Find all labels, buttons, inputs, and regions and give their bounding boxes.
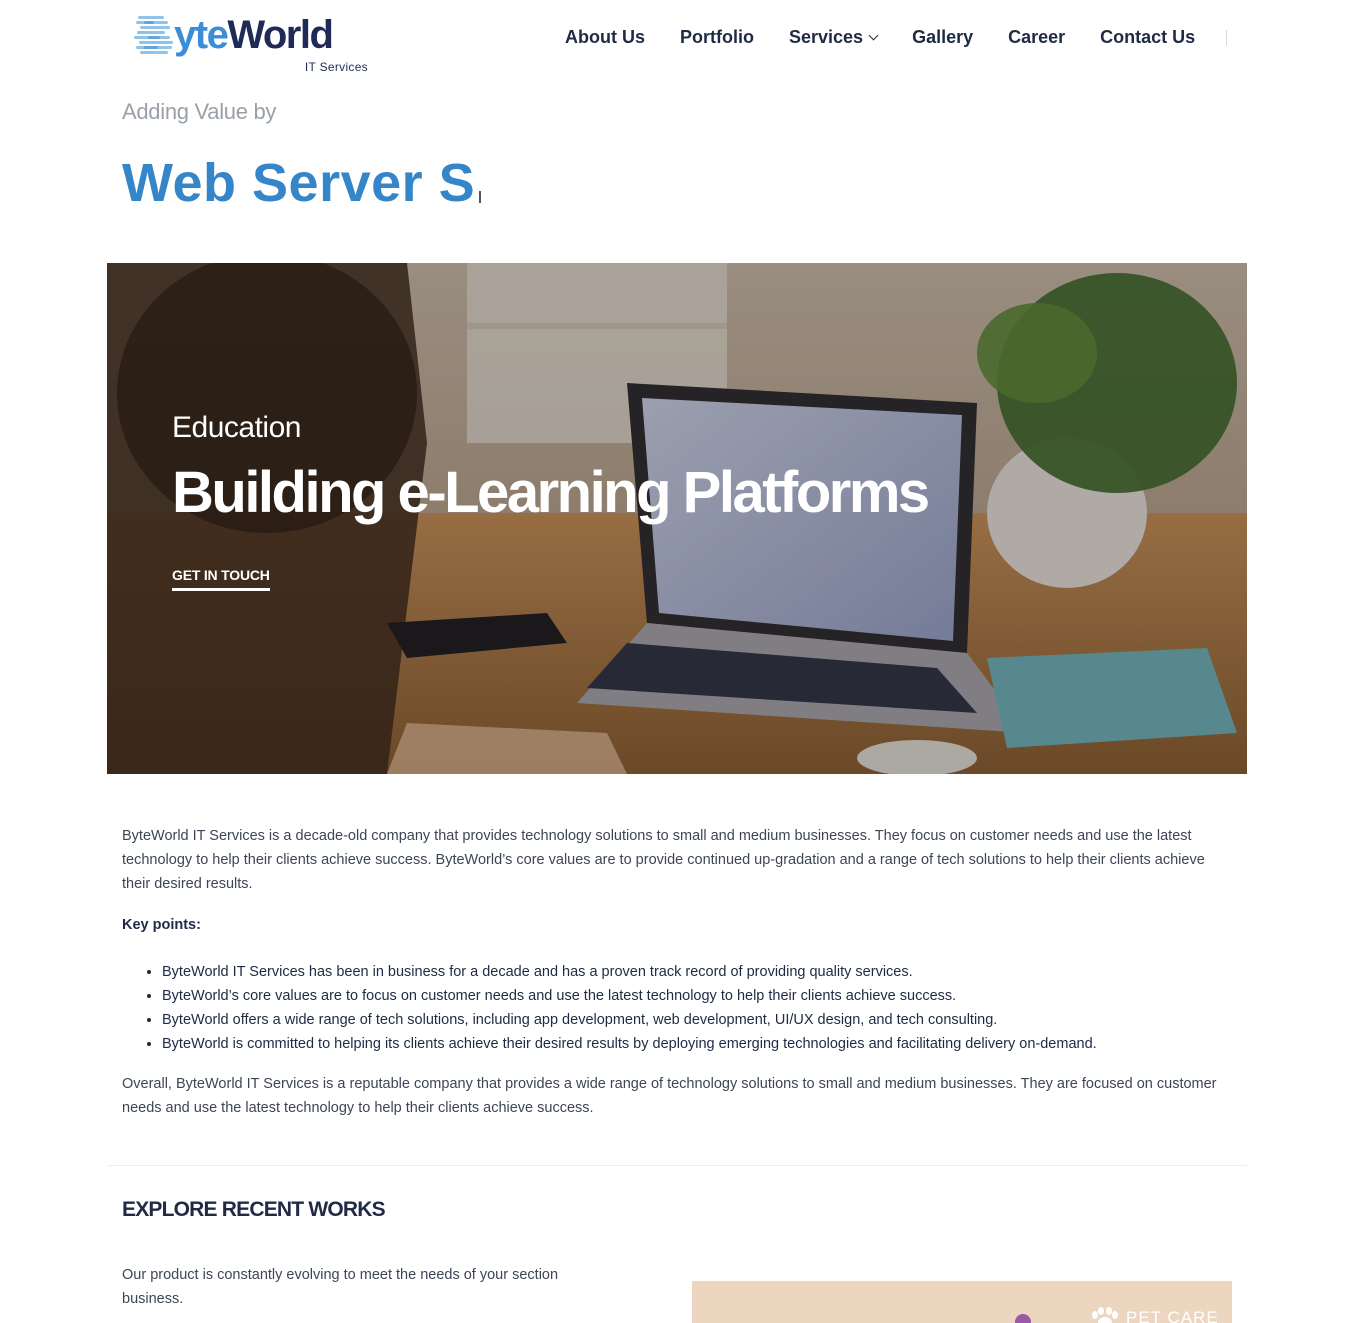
logo-suffix: World: [227, 13, 334, 57]
site-header: yteWorld IT Services About Us Portfolio …: [0, 0, 1358, 80]
key-points-heading: Key points:: [122, 917, 201, 933]
nav-label: Services: [789, 26, 864, 47]
nav-label: Portfolio: [680, 26, 754, 47]
typed-text: Web Server S: [122, 153, 476, 213]
explore-description: Our product is constantly evolving to me…: [122, 1267, 559, 1307]
list-item: ByteWorld IT Services has been in busine…: [162, 960, 1252, 984]
logo-wordmark: yteWorld: [174, 8, 334, 62]
work-card-label: PET CARE: [1090, 1307, 1219, 1323]
explore-section-title: EXPLORE RECENT WORKS: [122, 1198, 386, 1221]
intro-paragraph: ByteWorld IT Services is a decade-old co…: [122, 828, 1205, 892]
hero-typed-title: Web Server S: [122, 152, 481, 214]
nav-label: About Us: [565, 26, 645, 47]
byteworld-logo[interactable]: yteWorld IT Services: [134, 8, 374, 74]
striped-b-logo-icon: [134, 16, 173, 54]
chevron-down-icon: [868, 30, 879, 40]
section-divider: [107, 1165, 1247, 1166]
typing-caret: [479, 191, 481, 203]
logo-prefix: yte: [174, 13, 229, 57]
banner-category: Education: [172, 411, 301, 444]
nav-label: Gallery: [912, 26, 974, 47]
banner-title: Building e-Learning Platforms: [172, 460, 930, 525]
nav-divider: [1226, 30, 1227, 46]
summary-paragraph: Overall, ByteWorld IT Services is a repu…: [122, 1076, 1217, 1116]
key-points-list: ByteWorld IT Services has been in busine…: [162, 960, 1252, 1056]
nav-about-us[interactable]: About Us: [565, 27, 645, 48]
nav-contact-us[interactable]: Contact Us: [1100, 27, 1195, 48]
nav-portfolio[interactable]: Portfolio: [680, 27, 754, 48]
paw-icon: [1092, 1307, 1118, 1323]
nav-gallery[interactable]: Gallery: [912, 27, 973, 48]
hero-banner: Education Building e-Learning Platforms …: [107, 263, 1247, 774]
hero-subtitle: Adding Value by: [122, 99, 277, 124]
get-in-touch-link[interactable]: GET IN TOUCH: [172, 567, 270, 591]
list-item: ByteWorld is committed to helping its cl…: [162, 1032, 1252, 1056]
nav-career[interactable]: Career: [1008, 27, 1065, 48]
list-item: ByteWorld offers a wide range of tech so…: [162, 1008, 1252, 1032]
recent-work-card[interactable]: PET CARE: [692, 1281, 1232, 1323]
decorative-dot: [1015, 1314, 1031, 1323]
work-card-title: PET CARE: [1126, 1308, 1219, 1323]
nav-services[interactable]: Services: [789, 26, 879, 48]
logo-tagline: IT Services: [304, 60, 368, 74]
nav-label: Career: [1008, 26, 1066, 47]
nav-label: Contact Us: [1100, 26, 1196, 47]
list-item: ByteWorld’s core values are to focus on …: [162, 984, 1252, 1008]
main-nav: About Us Portfolio Services Gallery Care…: [565, 24, 1195, 50]
